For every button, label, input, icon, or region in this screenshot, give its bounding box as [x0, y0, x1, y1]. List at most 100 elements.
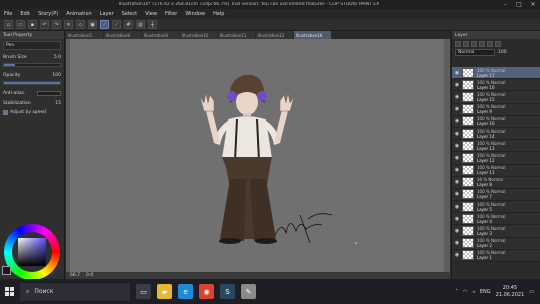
menu-view[interactable]: View	[145, 11, 157, 17]
undo-icon[interactable]: ↶	[40, 20, 49, 29]
snap-grid-icon[interactable]: #	[124, 20, 133, 29]
menu-edit[interactable]: Edit	[20, 11, 30, 17]
volume-icon[interactable]: ◃	[472, 289, 475, 295]
adjust-speed-checkbox[interactable]	[3, 109, 8, 115]
color-wheel[interactable]	[4, 224, 60, 280]
blend-mode-select[interactable]: Normal	[455, 49, 495, 56]
visibility-eye-icon[interactable]: ◉	[452, 106, 462, 112]
guide-icon[interactable]: ┼	[148, 20, 157, 29]
layer-row[interactable]: ◉ 100 % Normal Layer 14	[452, 127, 540, 141]
snap-special-ruler-icon[interactable]: ⟋	[112, 20, 121, 29]
layer-row[interactable]: ◉ 100 % Normal Layer 1	[452, 249, 540, 262]
layer-row[interactable]: ◉ 100 % Normal Layer 15	[452, 91, 540, 104]
tab-illustration11[interactable]: Illustration11	[218, 31, 255, 39]
tab-illustration9[interactable]: Illustration9	[142, 31, 179, 39]
brush-size-slider[interactable]	[3, 63, 61, 67]
menu-file[interactable]: File	[4, 11, 12, 17]
clip-icon[interactable]	[479, 40, 485, 47]
visibility-eye-icon[interactable]: ◉	[452, 131, 462, 137]
zoom-value[interactable]: 66.7	[70, 273, 80, 278]
tab-illustration8[interactable]: Illustration8	[104, 31, 141, 39]
menu-filter[interactable]: Filter	[165, 11, 177, 17]
redo-icon[interactable]: ↷	[52, 20, 61, 29]
antialias-selector[interactable]	[37, 90, 61, 96]
visibility-eye-icon[interactable]: ◉	[452, 240, 462, 246]
notification-icon[interactable]: ▭	[529, 289, 534, 295]
lock-icon[interactable]	[487, 40, 493, 47]
angle-value[interactable]: 0.0	[86, 273, 93, 278]
fill-icon[interactable]: ▣	[88, 20, 97, 29]
maximize-button[interactable]: □	[512, 1, 526, 8]
tab-illustration12[interactable]: Illustration12	[256, 31, 293, 39]
tab-illustration16[interactable]: Illustration16	[294, 31, 331, 39]
drawing-canvas[interactable]	[70, 39, 444, 275]
visibility-eye-icon[interactable]: ◉	[452, 82, 462, 88]
mask-icon[interactable]	[471, 40, 477, 47]
layer-row[interactable]: ◉ 100 % Normal Layer 3	[452, 225, 540, 238]
task-view-icon[interactable]: ▭	[136, 284, 151, 299]
start-button[interactable]	[0, 279, 18, 304]
menu-layer[interactable]: Layer	[100, 11, 114, 17]
color-saturation-square[interactable]	[18, 238, 46, 266]
visibility-eye-icon[interactable]: ◉	[452, 143, 462, 149]
layer-row[interactable]: ◉ 100 % Normal Layer 10	[452, 79, 540, 92]
layer-row[interactable]: ◉ 100 % Normal Layer 16	[452, 115, 540, 128]
layer-row[interactable]: ◉ 100 % Normal Layer 2	[452, 237, 540, 250]
language-indicator[interactable]: ENG	[480, 289, 491, 295]
edge-icon[interactable]: e	[178, 284, 193, 299]
layer-row[interactable]: ◉ 100 % Normal Layer 12	[452, 152, 540, 165]
adjust-speed-row[interactable]: Adjust by speed	[0, 108, 64, 116]
layer-row[interactable]: ◉ 100 % Normal Layer 17	[452, 67, 540, 80]
stabilization-value[interactable]: 15	[55, 101, 61, 106]
main-color-swatch[interactable]	[2, 266, 11, 275]
minimize-button[interactable]: –	[498, 1, 512, 8]
visibility-eye-icon[interactable]: ◉	[452, 204, 462, 210]
save-icon[interactable]: ▪	[28, 20, 37, 29]
file-explorer-icon[interactable]: ▰	[157, 284, 172, 299]
visibility-eye-icon[interactable]: ◉	[452, 228, 462, 234]
new-folder-icon[interactable]	[463, 40, 469, 47]
layer-row[interactable]: ◉ 100 % Normal Layer 13	[452, 140, 540, 153]
layer-row[interactable]: ◉ 100 % Normal Layer 5	[452, 201, 540, 214]
menu-animation[interactable]: Animation	[66, 11, 92, 17]
close-button[interactable]: ✕	[526, 1, 540, 8]
menu-story[interactable]: Story(P)	[38, 11, 58, 17]
network-icon[interactable]: ◠	[463, 289, 467, 295]
layer-opacity-value[interactable]: 100	[498, 50, 507, 55]
visibility-eye-icon[interactable]: ◉	[452, 252, 462, 258]
visibility-eye-icon[interactable]: ◉	[452, 94, 462, 100]
snap-ruler-icon[interactable]: ⟋	[100, 20, 109, 29]
layer-row[interactable]: ◉ 100 % Normal Layer 7	[452, 188, 540, 202]
menu-select[interactable]: Select	[122, 11, 137, 17]
visibility-eye-icon[interactable]: ◉	[452, 118, 462, 124]
menu-help[interactable]: Help	[213, 11, 224, 17]
brush-size-value[interactable]: 5.0	[54, 55, 61, 60]
tab-illustration10[interactable]: Illustration10	[180, 31, 217, 39]
opacity-value[interactable]: 100	[52, 73, 61, 78]
steam-icon[interactable]: S	[220, 284, 235, 299]
transform-icon[interactable]: ◇	[76, 20, 85, 29]
clock[interactable]: 20:45 21.06.2021	[496, 285, 525, 299]
visibility-eye-icon[interactable]: ◉	[452, 216, 462, 222]
new-layer-icon[interactable]	[455, 40, 461, 47]
open-file-icon[interactable]: ▭	[16, 20, 25, 29]
tab-illustration5[interactable]: Illustration5	[66, 31, 103, 39]
delete-layer-icon[interactable]	[495, 40, 501, 47]
visibility-eye-icon[interactable]: ◉	[452, 167, 462, 173]
visibility-eye-icon[interactable]: ◉	[452, 191, 462, 197]
visibility-eye-icon[interactable]: ◉	[452, 179, 462, 185]
brush-name[interactable]: Pen	[3, 41, 61, 50]
chevron-up-icon[interactable]: ˄	[455, 289, 458, 295]
visibility-eye-icon[interactable]: ◉	[452, 155, 462, 161]
layer-row[interactable]: ◉ 100 % Normal Layer 9	[452, 103, 540, 116]
chrome-icon[interactable]: ◉	[199, 284, 214, 299]
clear-icon[interactable]: ✕	[64, 20, 73, 29]
layer-row[interactable]: ◉ 36 % Normal Layer 8	[452, 176, 540, 189]
layer-row[interactable]: ◉ 100 % Normal Layer 4	[452, 213, 540, 226]
ruler-icon[interactable]: ▥	[136, 20, 145, 29]
visibility-eye-icon[interactable]: ◉	[452, 70, 462, 76]
taskbar-search[interactable]: ⌕ Поиск	[20, 282, 130, 301]
clip-studio-icon[interactable]: ✎	[241, 284, 256, 299]
opacity-slider[interactable]	[3, 81, 61, 85]
new-file-icon[interactable]: ▫	[4, 20, 13, 29]
